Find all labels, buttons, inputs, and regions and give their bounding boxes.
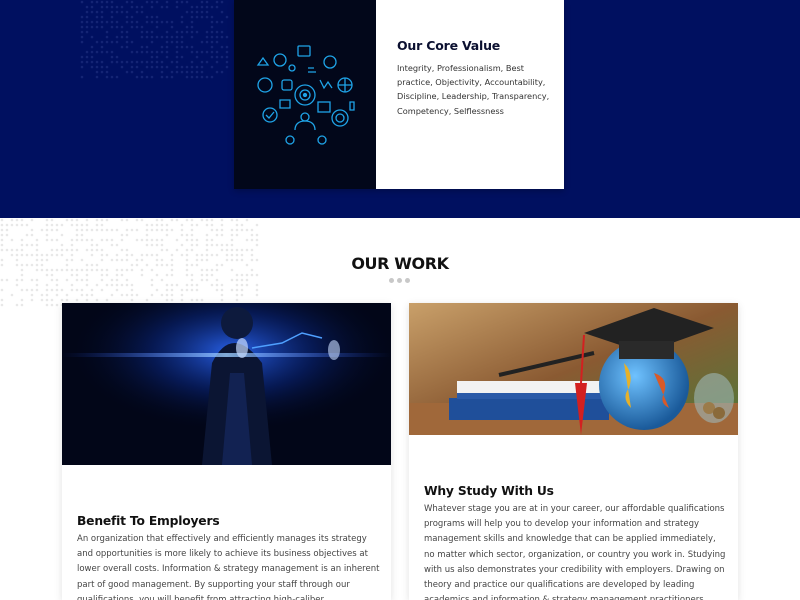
core-value-section: Our Core Value Integrity, Professionalis… xyxy=(0,0,800,218)
divider-dot xyxy=(405,278,410,283)
business-man-hologram-image xyxy=(62,303,391,465)
page: Our Core Value Integrity, Professionalis… xyxy=(0,0,800,600)
divider-dot xyxy=(397,278,402,283)
core-value-card: Our Core Value Integrity, Professionalis… xyxy=(234,0,564,189)
world-map-dots-decoration xyxy=(80,0,229,79)
card-title[interactable]: Why Study With Us xyxy=(424,484,554,498)
core-value-image xyxy=(234,0,376,189)
card-description: Whatever stage you are at in your career… xyxy=(424,504,726,600)
core-value-text: Our Core Value Integrity, Professionalis… xyxy=(376,0,564,189)
card-title[interactable]: Benefit To Employers xyxy=(77,514,220,528)
graduation-globe-books-image xyxy=(409,303,738,435)
card-description: An organization that effectively and eff… xyxy=(77,534,380,600)
section-divider-dots xyxy=(389,278,410,283)
core-value-description: Integrity, Professionalism, Best practic… xyxy=(397,63,550,116)
work-card-study[interactable]: Why Study With Us Whatever stage you are… xyxy=(409,303,738,600)
business-icons-circle-illustration xyxy=(256,44,355,145)
core-value-title: Our Core Value xyxy=(397,38,501,53)
work-card-employers[interactable]: Benefit To Employers An organization tha… xyxy=(62,303,391,600)
our-work-title: OUR WORK xyxy=(351,254,449,273)
divider-dot xyxy=(389,278,394,283)
